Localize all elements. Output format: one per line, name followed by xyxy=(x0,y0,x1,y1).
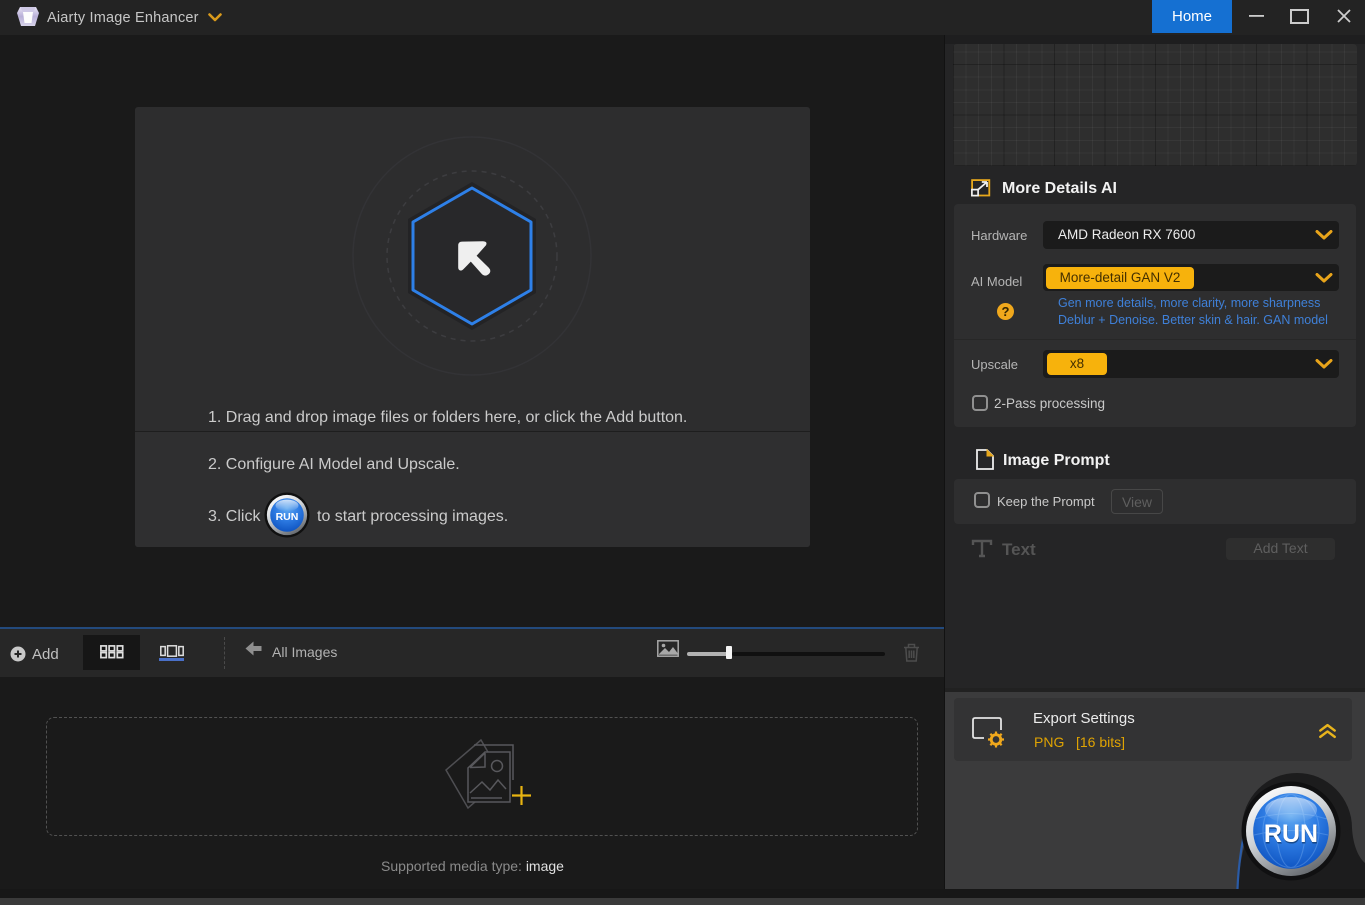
svg-text:RUN: RUN xyxy=(276,511,299,523)
svg-text:RUN: RUN xyxy=(1264,820,1318,848)
